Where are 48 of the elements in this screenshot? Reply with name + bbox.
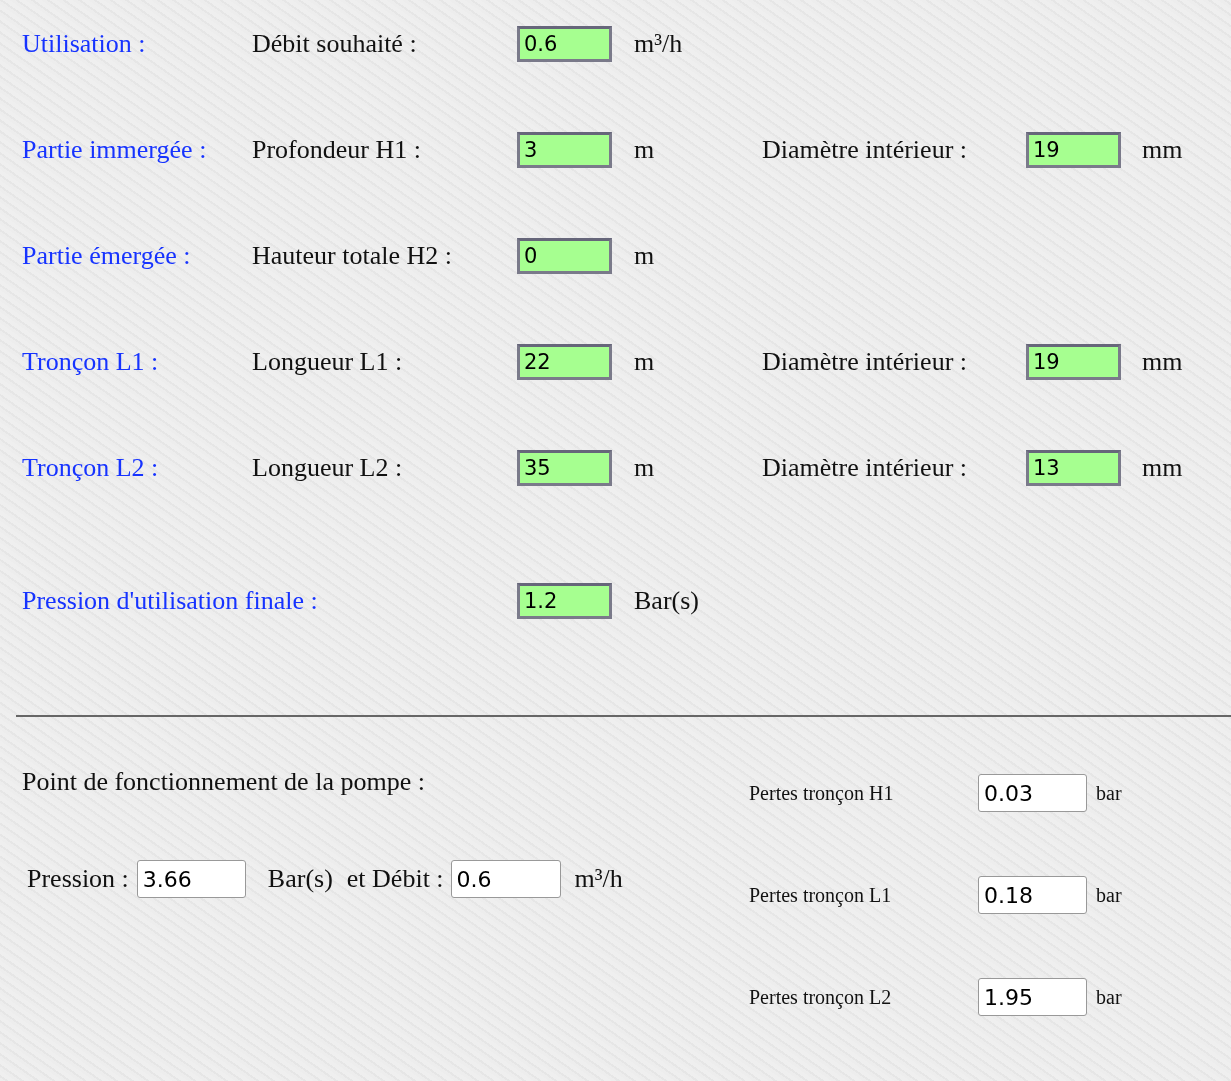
field-label: Pression : (27, 864, 129, 894)
value-field[interactable]: 3 (517, 132, 612, 168)
unit-label: m³/h (574, 864, 623, 894)
value-field[interactable]: 13 (1026, 450, 1121, 486)
section-label: Tronçon L1 : (22, 347, 160, 377)
loss-label: Pertes tronçon L2 (749, 985, 893, 1009)
value-field[interactable]: 0.6 (517, 26, 612, 62)
section-label: Partie émergée : (22, 241, 192, 271)
section-label: Pression d'utilisation finale : (22, 585, 319, 616)
value-field[interactable]: 3.66 (136, 860, 246, 898)
value-field[interactable]: 19 (1026, 132, 1121, 168)
value-field[interactable]: 22 (517, 344, 612, 380)
unit-label: mm (1141, 453, 1184, 483)
value-field[interactable]: 19 (1026, 344, 1121, 380)
unit-label: bar (1095, 781, 1122, 805)
section-label: Utilisation : (22, 29, 147, 59)
unit-label: m (633, 453, 656, 483)
loss-field[interactable]: 0.03 (978, 774, 1087, 812)
field-label: Diamètre intérieur : (762, 135, 969, 165)
value-field[interactable]: 0.6 (450, 860, 561, 898)
section-title: Point de fonctionnement de la pompe : (22, 766, 426, 798)
loss-label: Pertes tronçon H1 (749, 781, 895, 805)
section-label: Partie immergée : (22, 135, 208, 165)
unit-label: m³/h (633, 29, 684, 59)
value-field[interactable]: 35 (517, 450, 612, 486)
unit-label: mm (1141, 347, 1184, 377)
value-field[interactable]: 0 (517, 238, 612, 274)
unit-label: bar (1095, 985, 1122, 1009)
unit-label: Bar(s) (267, 864, 333, 894)
unit-label: Bar(s) (633, 585, 700, 616)
field-label: Profondeur H1 : (252, 135, 422, 165)
unit-label: mm (1141, 135, 1184, 165)
loss-field[interactable]: 0.18 (978, 876, 1087, 914)
unit-label: m (633, 347, 656, 377)
field-label: et Débit : (346, 864, 444, 894)
field-label: Hauteur totale H2 : (252, 241, 453, 271)
value-field[interactable]: 1.2 (517, 582, 612, 619)
loss-field[interactable]: 1.95 (978, 978, 1087, 1016)
unit-label: m (633, 241, 656, 271)
field-label: Diamètre intérieur : (762, 347, 969, 377)
field-label: Longueur L2 : (252, 453, 404, 483)
field-label: Longueur L1 : (252, 347, 404, 377)
section-label: Tronçon L2 : (22, 453, 160, 483)
unit-label: bar (1095, 883, 1122, 907)
loss-label: Pertes tronçon L1 (749, 883, 893, 907)
field-label: Diamètre intérieur : (762, 453, 969, 483)
unit-label: m (633, 135, 656, 165)
field-label: Débit souhaité : (252, 29, 418, 59)
